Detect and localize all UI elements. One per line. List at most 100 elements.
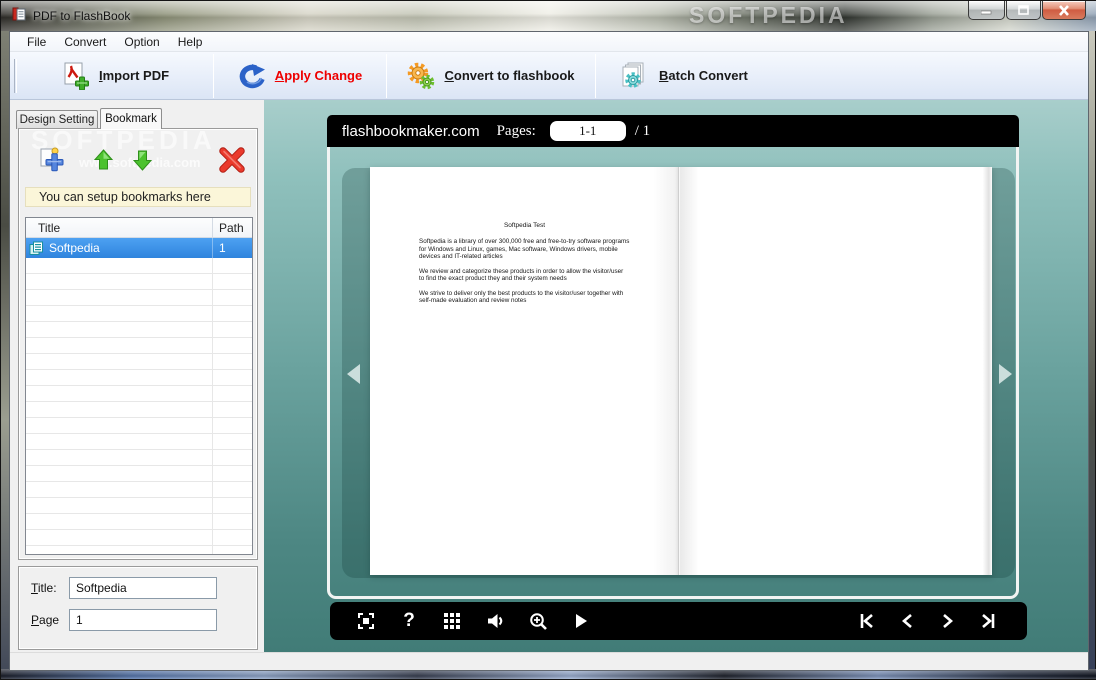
flip-prev-arrow[interactable] <box>345 363 361 385</box>
zoom-in-icon <box>529 612 547 630</box>
menu-option[interactable]: Option <box>115 33 168 51</box>
page-paragraph: We review and categorize these products … <box>419 267 624 283</box>
help-button[interactable]: ? <box>399 610 419 631</box>
page-field[interactable]: 1 <box>69 609 217 631</box>
window-controls <box>967 1 1086 20</box>
convert-to-flashbook-button[interactable]: Convert to flashbook <box>387 56 595 96</box>
maximize-icon <box>1017 5 1029 15</box>
table-row-empty[interactable] <box>26 290 252 306</box>
bookmark-edit-panel: Title: Softpedia Page 1 <box>18 566 258 650</box>
fullscreen-button[interactable] <box>356 611 376 631</box>
page-field-label: Page <box>31 613 60 627</box>
table-row-empty[interactable] <box>26 466 252 482</box>
flip-next-arrow[interactable] <box>998 363 1014 385</box>
book-page-right[interactable] <box>679 167 992 575</box>
help-icon: ? <box>403 610 415 631</box>
batch-convert-icon <box>622 62 644 88</box>
apply-change-icon <box>239 63 265 88</box>
title-field[interactable]: Softpedia <box>69 577 217 599</box>
move-down-button[interactable] <box>132 149 153 176</box>
table-row-empty[interactable] <box>26 274 252 290</box>
table-row-empty[interactable] <box>26 338 252 354</box>
table-row-empty[interactable] <box>26 514 252 530</box>
import-pdf-label: Import PDF <box>98 68 170 83</box>
client-area: File Convert Option Help Import PDF Appl… <box>9 31 1089 671</box>
table-row-empty[interactable] <box>26 418 252 434</box>
viewer-site-label: flashbookmaker.com <box>342 122 480 140</box>
last-page-button[interactable] <box>979 611 999 631</box>
add-bookmark-icon <box>40 147 64 172</box>
softpedia-watermark: SOFTPEDIA <box>689 2 848 28</box>
bookmark-table-header[interactable]: Title Path <box>26 218 252 238</box>
bookmark-hint: You can setup bookmarks here <box>25 187 251 207</box>
title-field-label: Title: <box>31 581 57 595</box>
main-toolbar: Import PDF Apply Change Convert to flash… <box>10 52 1088 100</box>
play-icon <box>576 614 587 628</box>
table-row-empty[interactable] <box>26 258 252 274</box>
page-range-input[interactable]: 1-1 <box>549 121 626 141</box>
table-row[interactable]: Softpedia 1 <box>26 238 252 258</box>
prev-page-button[interactable] <box>897 611 917 631</box>
column-header-title[interactable]: Title <box>26 218 213 237</box>
bookmark-panel: SOFTPEDIA www.softpedia.com <box>18 125 258 560</box>
next-page-button[interactable] <box>938 611 958 631</box>
next-page-icon <box>943 614 953 628</box>
table-row-empty[interactable] <box>26 450 252 466</box>
bookmark-item-icon <box>29 241 43 255</box>
import-pdf-icon <box>64 62 89 90</box>
table-row-empty[interactable] <box>26 546 252 554</box>
delete-bookmark-button[interactable] <box>218 146 246 178</box>
table-row-empty[interactable] <box>26 306 252 322</box>
batch-convert-button[interactable]: Batch Convert <box>596 56 796 96</box>
convert-to-flashbook-icon <box>408 62 435 89</box>
flashbook-preview: Softpedia Test Softpedia is a library of… <box>264 100 1088 652</box>
table-row-empty[interactable] <box>26 322 252 338</box>
tab-bookmark[interactable]: Bookmark <box>100 108 162 129</box>
play-button[interactable] <box>571 611 591 631</box>
status-bar <box>10 652 1088 670</box>
column-header-path[interactable]: Path <box>213 218 252 237</box>
book-pages: Softpedia Test Softpedia is a library of… <box>370 167 992 575</box>
book-page-left[interactable]: Softpedia Test Softpedia is a library of… <box>370 167 679 575</box>
table-row-empty[interactable] <box>26 386 252 402</box>
page-content: Softpedia Test Softpedia is a library of… <box>370 167 678 305</box>
table-row-empty[interactable] <box>26 402 252 418</box>
first-page-icon <box>860 614 873 628</box>
app-window: PDF to FlashBook SOFTPEDIA File Convert … <box>0 0 1096 680</box>
move-up-button[interactable] <box>93 148 114 176</box>
table-row-empty[interactable] <box>26 530 252 546</box>
window-border-left <box>1 31 9 679</box>
menu-file[interactable]: File <box>18 33 55 51</box>
add-bookmark-button[interactable] <box>39 147 68 177</box>
table-row-empty[interactable] <box>26 482 252 498</box>
import-pdf-button[interactable]: Import PDF <box>17 56 213 96</box>
table-row-empty[interactable] <box>26 434 252 450</box>
convert-to-flashbook-label: Convert to flashbook <box>444 68 575 83</box>
table-row-empty[interactable] <box>26 370 252 386</box>
apply-change-button[interactable]: Apply Change <box>214 56 386 96</box>
bookmark-path-cell: 1 <box>219 241 226 255</box>
maximize-button[interactable] <box>1006 1 1041 20</box>
pages-label: Pages: <box>496 122 536 139</box>
minimize-icon <box>981 10 992 14</box>
first-page-button[interactable] <box>856 611 876 631</box>
page-title: Softpedia Test <box>503 222 546 229</box>
sound-button[interactable] <box>485 611 505 631</box>
sound-icon <box>487 614 502 628</box>
menu-help[interactable]: Help <box>169 33 212 51</box>
zoom-in-button[interactable] <box>528 611 548 631</box>
close-button[interactable] <box>1042 1 1086 20</box>
table-row-empty[interactable] <box>26 354 252 370</box>
thumbnails-button[interactable] <box>442 611 462 631</box>
bookmark-title-cell: Softpedia <box>49 241 100 255</box>
viewer-header: flashbookmaker.com Pages: 1-1 / 1 <box>327 115 1019 147</box>
table-row-empty[interactable] <box>26 498 252 514</box>
thumbnails-icon <box>443 612 460 629</box>
title-bar[interactable]: PDF to FlashBook SOFTPEDIA <box>1 1 1096 31</box>
empty-rows <box>26 258 252 554</box>
page-paragraph: We strive to deliver only the best produ… <box>419 289 624 305</box>
last-page-icon <box>982 614 995 628</box>
menu-convert[interactable]: Convert <box>55 33 115 51</box>
bookmark-table[interactable]: Title Path Softpedia 1 <box>25 217 253 555</box>
minimize-button[interactable] <box>968 1 1005 20</box>
